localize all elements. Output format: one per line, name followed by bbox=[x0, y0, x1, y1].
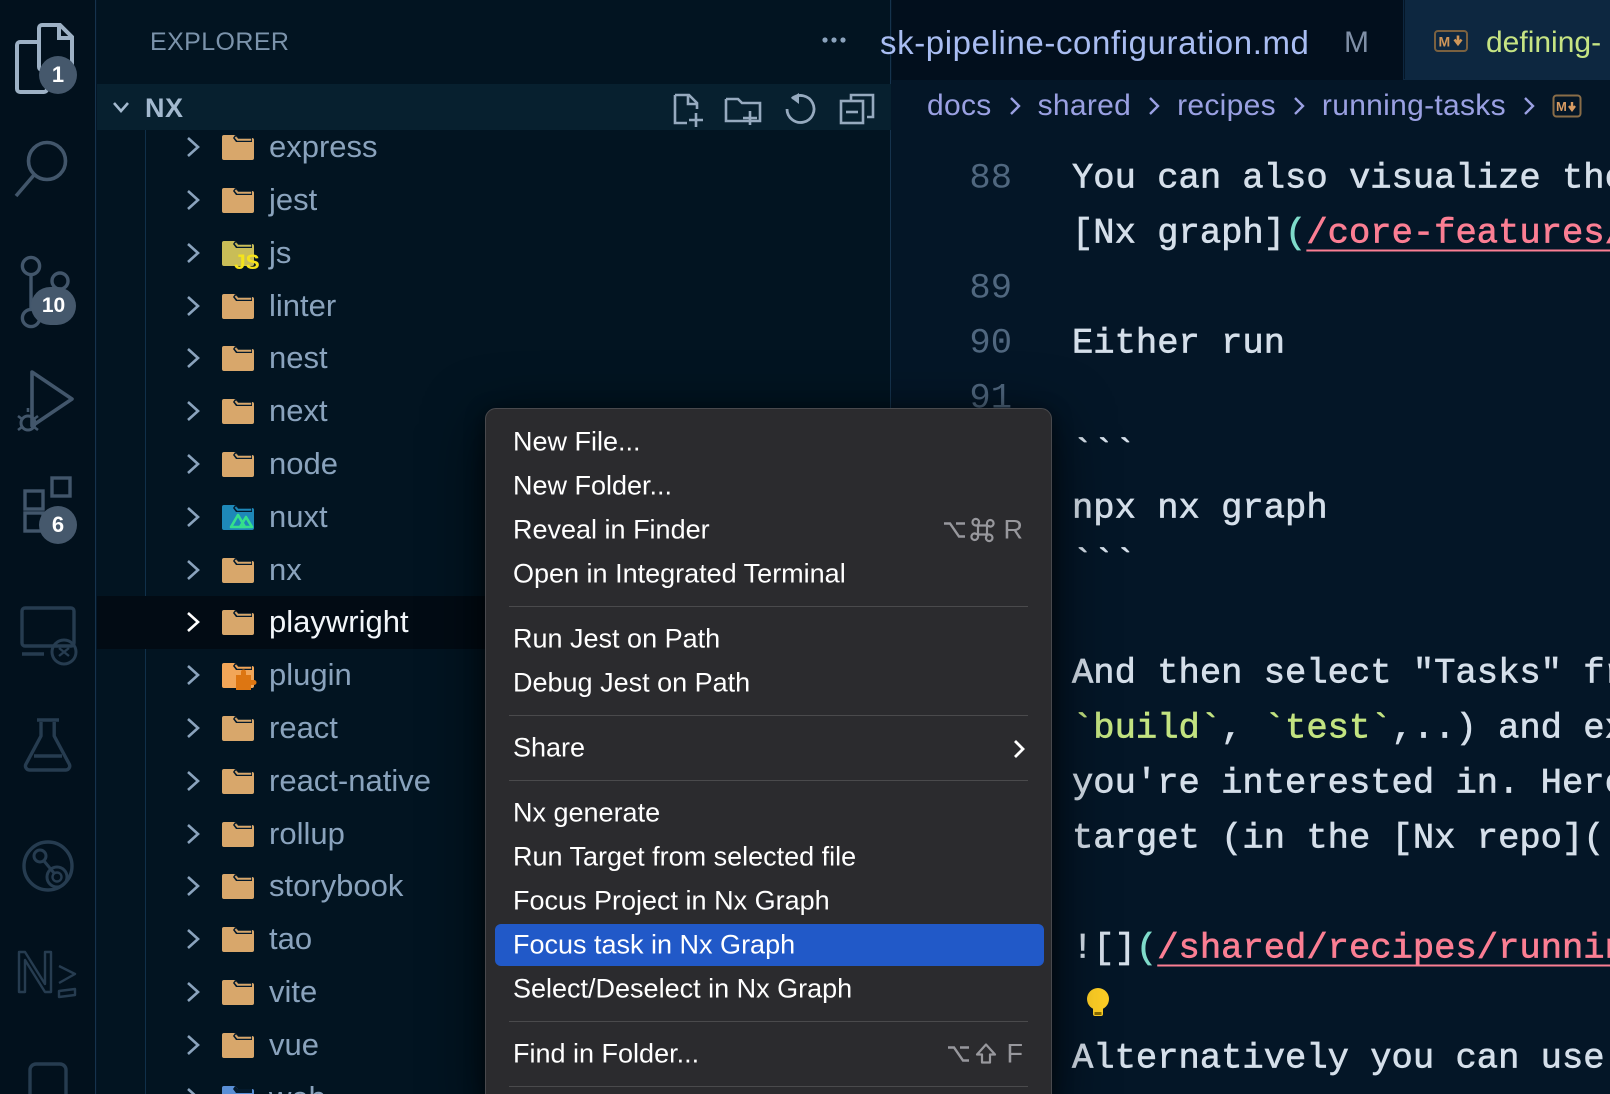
svg-text:JS: JS bbox=[234, 251, 259, 273]
svg-text:M: M bbox=[1556, 99, 1567, 114]
svg-text:M: M bbox=[1439, 34, 1451, 50]
